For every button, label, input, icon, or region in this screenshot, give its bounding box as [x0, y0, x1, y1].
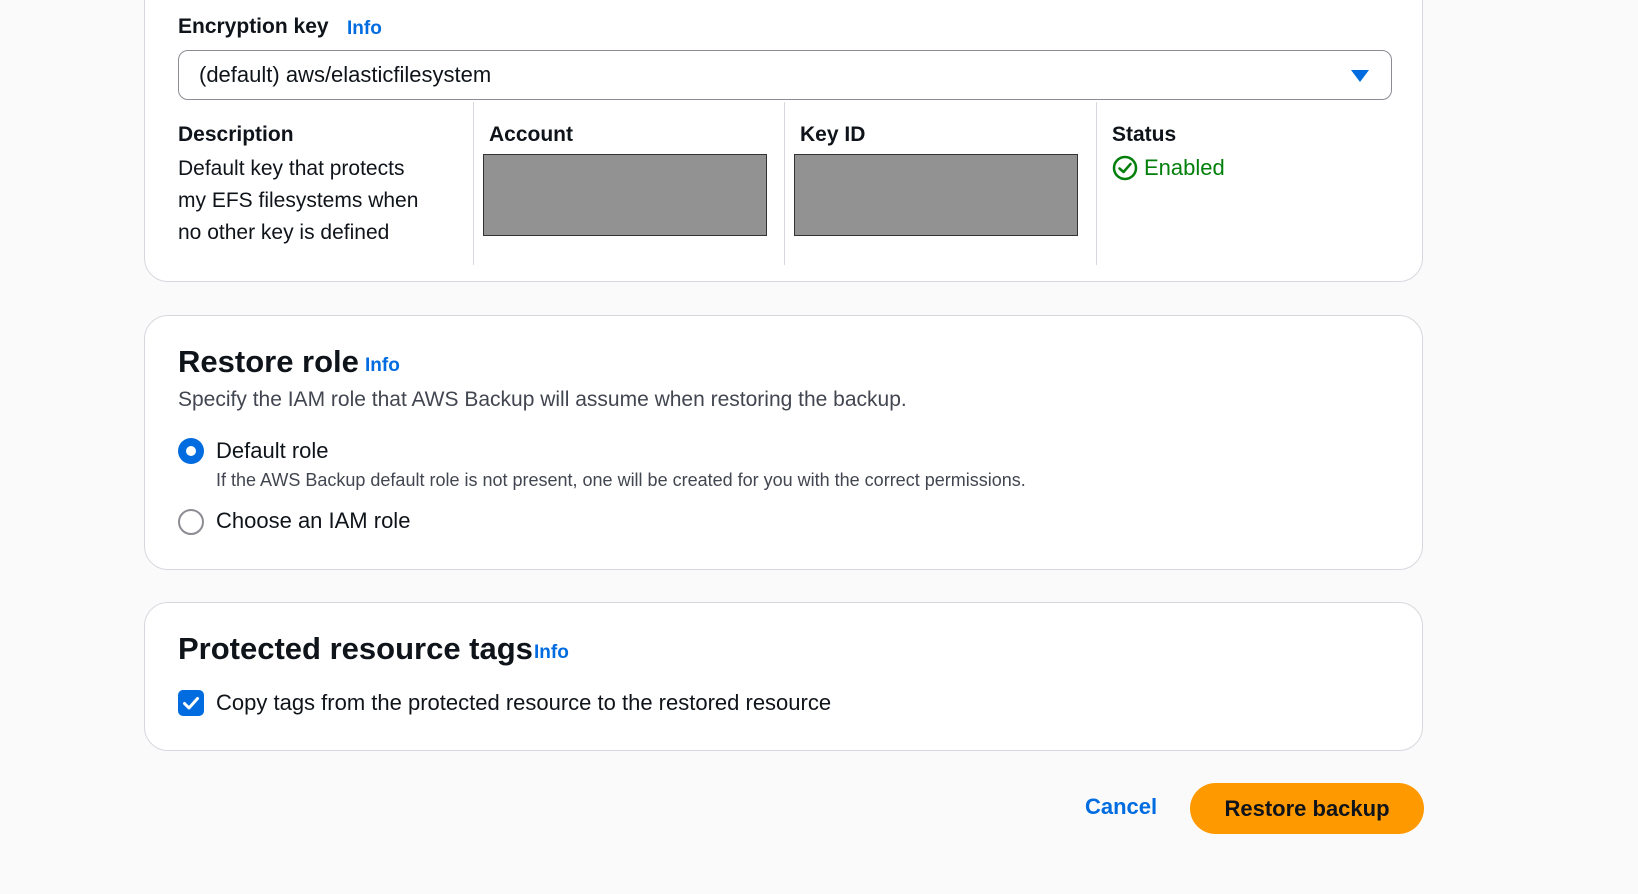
encryption-info-link[interactable]: Info — [347, 18, 382, 40]
default-role-label[interactable]: Default role — [216, 438, 329, 464]
status-text: Enabled — [1144, 155, 1225, 180]
description-header: Description — [178, 123, 294, 146]
restore-role-title: Restore role — [178, 344, 359, 379]
description-line: no other key is defined — [178, 221, 390, 244]
checkmark-icon — [183, 697, 199, 710]
description-line: my EFS filesystems when — [178, 189, 419, 212]
restore-backup-label: Restore backup — [1224, 795, 1390, 821]
copy-tags-checkbox[interactable] — [178, 690, 204, 716]
status-value: Enabled — [1112, 155, 1225, 181]
account-header: Account — [489, 123, 573, 146]
description-text: Default key that protects my EFS filesys… — [178, 153, 418, 249]
copy-tags-label[interactable]: Copy tags from the protected resource to… — [216, 690, 831, 716]
encryption-key-label: Encryption key — [178, 15, 329, 38]
restore-role-card: Restore role Info Specify the IAM role t… — [144, 315, 1423, 570]
choose-iam-role-label[interactable]: Choose an IAM role — [216, 508, 410, 534]
column-divider — [473, 102, 474, 265]
key-id-redacted-block — [794, 154, 1078, 236]
key-id-header: Key ID — [800, 123, 866, 146]
account-redacted-block — [483, 154, 767, 236]
default-role-help: If the AWS Backup default role is not pr… — [216, 470, 1026, 490]
default-role-radio[interactable] — [178, 438, 204, 464]
encryption-key-selected-value: (default) aws/elasticfilesystem — [199, 62, 492, 87]
choose-iam-role-radio[interactable] — [178, 509, 204, 535]
column-divider — [784, 102, 785, 265]
check-circle-icon — [1112, 155, 1138, 181]
restore-backup-button[interactable]: Restore backup — [1190, 783, 1424, 834]
cancel-button[interactable]: Cancel — [1085, 794, 1157, 820]
encryption-key-card: Encryption key Info (default) aws/elasti… — [144, 0, 1423, 282]
restore-role-description: Specify the IAM role that AWS Backup wil… — [178, 388, 907, 411]
restore-role-info-link[interactable]: Info — [365, 355, 400, 377]
description-line: Default key that protects — [178, 157, 405, 180]
status-header: Status — [1112, 123, 1177, 146]
caret-down-icon — [1351, 70, 1369, 82]
column-divider — [1096, 102, 1097, 265]
tags-info-link[interactable]: Info — [534, 642, 569, 664]
protected-resource-tags-card: Protected resource tags Info Copy tags f… — [144, 602, 1423, 751]
encryption-key-select[interactable]: (default) aws/elasticfilesystem — [178, 50, 1392, 100]
tags-title: Protected resource tags — [178, 631, 533, 666]
